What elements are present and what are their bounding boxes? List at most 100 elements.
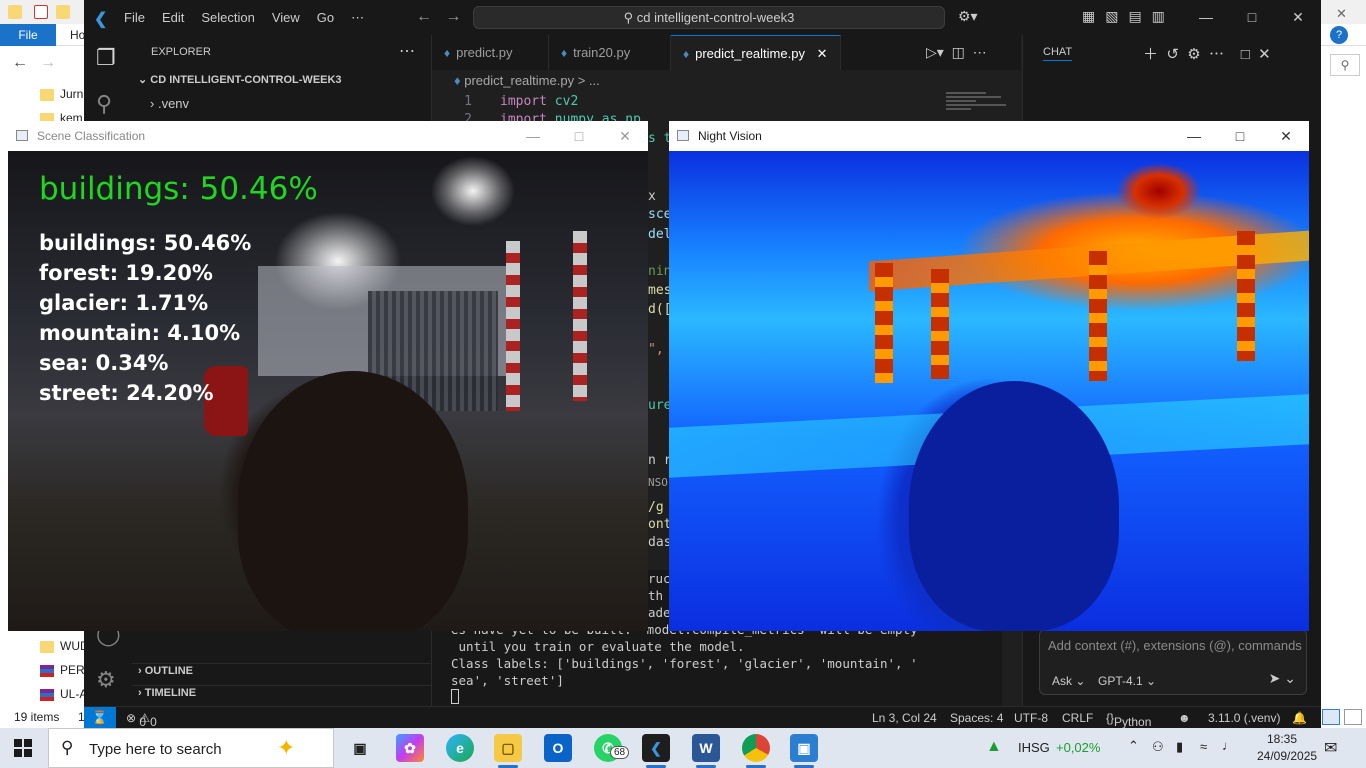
word-icon[interactable]: W — [692, 734, 720, 762]
thermal-post — [1089, 251, 1107, 381]
chat-input[interactable]: Add context (#), extensions (@), command… — [1039, 629, 1307, 695]
close-icon[interactable]: ✕ — [817, 46, 828, 61]
python-app-icon[interactable]: ▣ — [790, 734, 818, 762]
file-explorer-icon[interactable]: ▢ — [494, 734, 522, 762]
divider — [132, 663, 432, 664]
outlook-icon[interactable]: O — [544, 734, 572, 762]
list-item[interactable]: UL-A — [40, 684, 87, 704]
tab-train20[interactable]: ♦ train20.py — [549, 35, 671, 70]
ribbon-file-tab[interactable]: File — [0, 24, 56, 46]
language-mode[interactable]: {} Python — [1106, 711, 1151, 729]
outline-section[interactable]: › OUTLINE — [138, 665, 193, 677]
more-actions-icon[interactable]: ⋯ — [399, 41, 415, 61]
properties-icon[interactable] — [34, 5, 48, 19]
menu-go[interactable]: Go — [317, 10, 334, 26]
menu-view[interactable]: View — [272, 10, 300, 26]
minimize-icon[interactable]: — — [1183, 0, 1229, 35]
vscode-icon[interactable]: ❮ — [642, 734, 670, 762]
explorer-title: EXPLORER — [151, 46, 211, 58]
notifications-icon[interactable]: 🔔 — [1292, 711, 1307, 725]
breadcrumb[interactable]: ♦ predict_realtime.py > ... — [454, 73, 600, 88]
notification-center-icon[interactable]: ✉ — [1324, 738, 1337, 758]
tab-predict-realtime[interactable]: ♦ predict_realtime.py ✕ — [671, 35, 841, 70]
tree-item-venv[interactable]: › .venv — [150, 96, 189, 111]
cursor-position[interactable]: Ln 3, Col 24 — [872, 711, 937, 725]
minimize-icon[interactable]: — — [1171, 121, 1217, 151]
taskbar-search[interactable]: ⚲ Type here to search ✦ — [48, 728, 334, 768]
command-center-search[interactable]: ⚲ cd intelligent-control-week3 — [473, 6, 945, 29]
problems-indicator[interactable]: ⊗ 0 ⚠ 0 — [126, 711, 157, 729]
code-fragment: ure — [648, 398, 672, 413]
indentation[interactable]: Spaces: 4 — [950, 711, 1003, 725]
close-icon[interactable]: ✕ — [602, 121, 648, 151]
settings-gear-icon[interactable]: ⚙ — [96, 667, 116, 693]
maximize-icon[interactable]: □ — [1217, 121, 1263, 151]
menu-file[interactable]: File — [124, 10, 145, 26]
forward-arrow-icon[interactable]: → — [40, 54, 56, 72]
prediction-forest: forest: 19.20% — [39, 261, 213, 285]
code-fragment: s t — [648, 131, 672, 146]
help-icon[interactable]: ? — [1330, 26, 1348, 44]
terminal-line: ruc — [648, 571, 671, 586]
line-endings[interactable]: CRLF — [1062, 711, 1093, 725]
new-folder-icon[interactable] — [56, 5, 70, 19]
layout-controls[interactable]: ▦▧▤▥ — [1082, 8, 1175, 25]
line-number: 1 — [464, 94, 472, 109]
battery-icon[interactable]: ▮ — [1176, 739, 1183, 755]
thumbnail-view-icon[interactable] — [1344, 709, 1362, 725]
search-icon[interactable]: ⚲ — [1330, 54, 1360, 76]
code-fragment: mes — [648, 283, 672, 298]
start-icon[interactable] — [14, 739, 32, 757]
editor-actions[interactable]: ▷▾ ◫ ⋯ — [926, 44, 987, 61]
terminal-line: Class labels: ['buildings', 'forest', 'g… — [451, 656, 918, 671]
volume-icon[interactable]: ♩ — [1222, 738, 1235, 753]
thermal-post — [931, 269, 949, 379]
meet-icon[interactable]: ⚇ — [1152, 739, 1164, 755]
task-view-icon[interactable]: ▣ — [346, 734, 374, 762]
maximize-icon[interactable]: □ — [556, 121, 602, 151]
chevron-up-icon[interactable]: ⌃ — [1128, 738, 1139, 754]
search-icon: ⚲ — [623, 10, 637, 25]
explorer-icon[interactable]: ❐ — [96, 45, 116, 71]
stock-name: IHSG — [1018, 740, 1050, 755]
prediction-glacier: glacier: 1.71% — [39, 291, 209, 315]
chrome-icon[interactable] — [742, 734, 770, 762]
timeline-section[interactable]: › TIMELINE — [138, 687, 196, 699]
details-view-icon[interactable] — [1322, 709, 1340, 725]
workspace-folder[interactable]: ⌄ CD INTELLIGENT-CONTROL-WEEK3 — [138, 73, 342, 86]
python-interpreter[interactable]: 3.11.0 (.venv) — [1208, 711, 1280, 725]
close-icon[interactable]: ✕ — [1263, 121, 1309, 151]
nav-arrows[interactable]: ← → — [416, 8, 461, 26]
encoding[interactable]: UTF-8 — [1014, 711, 1048, 725]
top-prediction-label: buildings: 50.46% — [39, 171, 318, 207]
tab-predict[interactable]: ♦ predict.py — [432, 35, 549, 70]
copilot-app-icon[interactable]: ✿ — [396, 734, 424, 762]
send-icon[interactable]: ➤ ⌄ — [1269, 670, 1296, 687]
remote-icon[interactable]: ⌛ — [84, 707, 116, 729]
copilot-icon[interactable]: ⚙▾ — [958, 8, 978, 25]
menu-more[interactable]: ⋯ — [351, 10, 364, 26]
minimize-icon[interactable]: — — [510, 121, 556, 151]
close-icon[interactable]: ✕ — [1275, 0, 1321, 35]
chat-toolbar[interactable]: ＋ ↺ ⚙ ⋯ □ ✕ — [1143, 43, 1271, 64]
terminal-cursor — [451, 688, 459, 704]
list-item[interactable]: WUD — [40, 636, 89, 656]
wifi-icon[interactable]: ≈ — [1200, 739, 1207, 754]
menu-edit[interactable]: Edit — [162, 10, 184, 26]
search-icon[interactable]: ⚲ — [96, 91, 112, 117]
maximize-icon[interactable]: □ — [1229, 0, 1275, 35]
copilot-status-icon[interactable]: ☻ — [1178, 711, 1191, 725]
code-line: import cv2 — [500, 94, 579, 109]
close-icon[interactable]: ✕ — [1336, 6, 1347, 22]
list-item[interactable]: Jurn — [40, 84, 83, 104]
menu-selection[interactable]: Selection — [201, 10, 254, 26]
stock-change: +0,02% — [1056, 740, 1101, 755]
thermal-post — [875, 263, 893, 383]
chat-model-select[interactable]: GPT-4.1 ⌄ — [1098, 674, 1156, 688]
back-arrow-icon[interactable]: ← — [12, 54, 28, 72]
edge-icon[interactable]: e — [446, 734, 474, 762]
folder-icon — [40, 640, 54, 653]
clock-time: 18:35 — [1266, 732, 1298, 746]
clock[interactable]: 18:35 24/09/2025 — [1257, 731, 1317, 765]
chat-mode-select[interactable]: Ask ⌄ — [1052, 674, 1085, 688]
